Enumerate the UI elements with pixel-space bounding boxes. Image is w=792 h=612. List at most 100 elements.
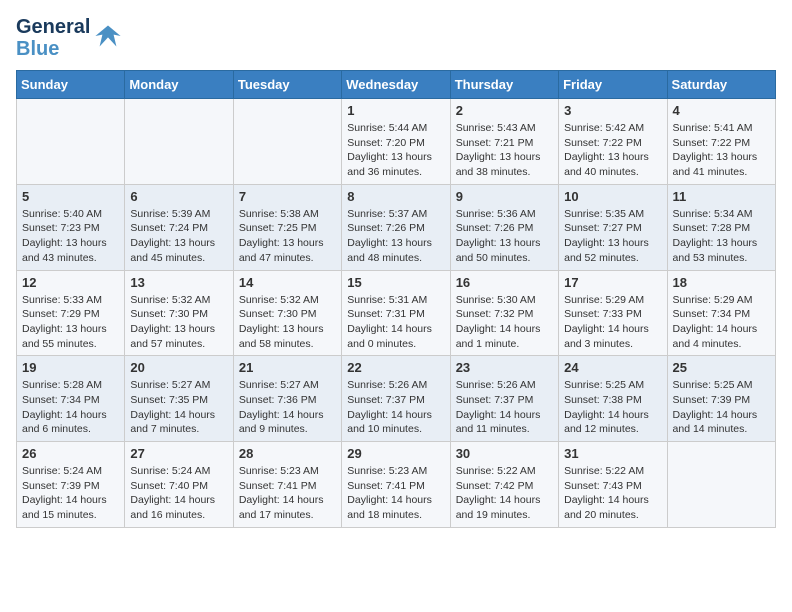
day-number: 19 bbox=[22, 360, 119, 375]
calendar-cell: 1 Sunrise: 5:44 AM Sunset: 7:20 PM Daylig… bbox=[342, 99, 450, 185]
day-header-tuesday: Tuesday bbox=[233, 71, 341, 99]
day-content: Sunrise: 5:26 AM Sunset: 7:37 PM Dayligh… bbox=[456, 378, 553, 437]
day-content: Sunrise: 5:27 AM Sunset: 7:35 PM Dayligh… bbox=[130, 378, 227, 437]
day-content: Sunrise: 5:22 AM Sunset: 7:42 PM Dayligh… bbox=[456, 464, 553, 523]
calendar-week-2: 5 Sunrise: 5:40 AM Sunset: 7:23 PM Daylig… bbox=[17, 184, 776, 270]
day-number: 6 bbox=[130, 189, 227, 204]
calendar-week-4: 19 Sunrise: 5:28 AM Sunset: 7:34 PM Dayli… bbox=[17, 356, 776, 442]
calendar-cell: 8 Sunrise: 5:37 AM Sunset: 7:26 PM Daylig… bbox=[342, 184, 450, 270]
day-header-saturday: Saturday bbox=[667, 71, 775, 99]
day-header-sunday: Sunday bbox=[17, 71, 125, 99]
day-number: 23 bbox=[456, 360, 553, 375]
calendar-cell: 11 Sunrise: 5:34 AM Sunset: 7:28 PM Dayli… bbox=[667, 184, 775, 270]
calendar-cell: 27 Sunrise: 5:24 AM Sunset: 7:40 PM Dayli… bbox=[125, 442, 233, 528]
day-content: Sunrise: 5:28 AM Sunset: 7:34 PM Dayligh… bbox=[22, 378, 119, 437]
calendar-cell: 15Sunrise: 5:31 AM Sunset: 7:31 PM Dayli… bbox=[342, 270, 450, 356]
day-number: 29 bbox=[347, 446, 444, 461]
day-content: Sunrise: 5:31 AM Sunset: 7:31 PM Dayligh… bbox=[347, 293, 444, 352]
day-number: 10 bbox=[564, 189, 661, 204]
day-content: Sunrise: 5:38 AM Sunset: 7:25 PM Dayligh… bbox=[239, 207, 336, 266]
calendar-cell: 30 Sunrise: 5:22 AM Sunset: 7:42 PM Dayli… bbox=[450, 442, 558, 528]
calendar-week-3: 12 Sunrise: 5:33 AM Sunset: 7:29 PM Dayli… bbox=[17, 270, 776, 356]
calendar-cell: 21 Sunrise: 5:27 AM Sunset: 7:36 PM Dayli… bbox=[233, 356, 341, 442]
day-number: 22 bbox=[347, 360, 444, 375]
day-number: 8 bbox=[347, 189, 444, 204]
calendar-cell: 12 Sunrise: 5:33 AM Sunset: 7:29 PM Dayli… bbox=[17, 270, 125, 356]
calendar-cell: 17Sunrise: 5:29 AM Sunset: 7:33 PM Dayli… bbox=[559, 270, 667, 356]
day-content: Sunrise: 5:32 AM Sunset: 7:30 PM Dayligh… bbox=[239, 293, 336, 352]
calendar-cell bbox=[667, 442, 775, 528]
calendar-cell: 22 Sunrise: 5:26 AM Sunset: 7:37 PM Dayli… bbox=[342, 356, 450, 442]
calendar-cell: 31 Sunrise: 5:22 AM Sunset: 7:43 PM Dayli… bbox=[559, 442, 667, 528]
day-number: 7 bbox=[239, 189, 336, 204]
day-header-monday: Monday bbox=[125, 71, 233, 99]
day-content: Sunrise: 5:24 AM Sunset: 7:40 PM Dayligh… bbox=[130, 464, 227, 523]
calendar-cell: 9Sunrise: 5:36 AM Sunset: 7:26 PM Daylig… bbox=[450, 184, 558, 270]
calendar-cell: 2 Sunrise: 5:43 AM Sunset: 7:21 PM Daylig… bbox=[450, 99, 558, 185]
day-content: Sunrise: 5:40 AM Sunset: 7:23 PM Dayligh… bbox=[22, 207, 119, 266]
day-content: Sunrise: 5:22 AM Sunset: 7:43 PM Dayligh… bbox=[564, 464, 661, 523]
day-number: 31 bbox=[564, 446, 661, 461]
calendar-cell: 26 Sunrise: 5:24 AM Sunset: 7:39 PM Dayli… bbox=[17, 442, 125, 528]
day-number: 11 bbox=[673, 189, 770, 204]
calendar-cell bbox=[233, 99, 341, 185]
calendar-week-5: 26 Sunrise: 5:24 AM Sunset: 7:39 PM Dayli… bbox=[17, 442, 776, 528]
day-number: 26 bbox=[22, 446, 119, 461]
calendar-cell: 29 Sunrise: 5:23 AM Sunset: 7:41 PM Dayli… bbox=[342, 442, 450, 528]
day-number: 12 bbox=[22, 275, 119, 290]
calendar-cell bbox=[125, 99, 233, 185]
day-header-wednesday: Wednesday bbox=[342, 71, 450, 99]
day-content: Sunrise: 5:33 AM Sunset: 7:29 PM Dayligh… bbox=[22, 293, 119, 352]
day-content: Sunrise: 5:26 AM Sunset: 7:37 PM Dayligh… bbox=[347, 378, 444, 437]
logo: General Blue bbox=[16, 16, 122, 60]
day-content: Sunrise: 5:27 AM Sunset: 7:36 PM Dayligh… bbox=[239, 378, 336, 437]
day-number: 27 bbox=[130, 446, 227, 461]
day-content: Sunrise: 5:39 AM Sunset: 7:24 PM Dayligh… bbox=[130, 207, 227, 266]
day-number: 18 bbox=[673, 275, 770, 290]
calendar-cell: 20 Sunrise: 5:27 AM Sunset: 7:35 PM Dayli… bbox=[125, 356, 233, 442]
day-content: Sunrise: 5:44 AM Sunset: 7:20 PM Dayligh… bbox=[347, 121, 444, 180]
day-content: Sunrise: 5:23 AM Sunset: 7:41 PM Dayligh… bbox=[239, 464, 336, 523]
day-content: Sunrise: 5:37 AM Sunset: 7:26 PM Dayligh… bbox=[347, 207, 444, 266]
day-header-friday: Friday bbox=[559, 71, 667, 99]
logo-bird-icon bbox=[94, 22, 122, 55]
calendar-cell: 16Sunrise: 5:30 AM Sunset: 7:32 PM Dayli… bbox=[450, 270, 558, 356]
day-number: 30 bbox=[456, 446, 553, 461]
calendar-cell: 23 Sunrise: 5:26 AM Sunset: 7:37 PM Dayli… bbox=[450, 356, 558, 442]
day-number: 5 bbox=[22, 189, 119, 204]
day-number: 20 bbox=[130, 360, 227, 375]
day-content: Sunrise: 5:29 AM Sunset: 7:34 PM Dayligh… bbox=[673, 293, 770, 352]
page-header: General Blue bbox=[16, 16, 776, 60]
day-number: 3 bbox=[564, 103, 661, 118]
day-content: Sunrise: 5:32 AM Sunset: 7:30 PM Dayligh… bbox=[130, 293, 227, 352]
calendar-cell bbox=[17, 99, 125, 185]
calendar-cell: 6 Sunrise: 5:39 AM Sunset: 7:24 PM Daylig… bbox=[125, 184, 233, 270]
day-number: 28 bbox=[239, 446, 336, 461]
calendar-cell: 4Sunrise: 5:41 AM Sunset: 7:22 PM Daylig… bbox=[667, 99, 775, 185]
day-number: 2 bbox=[456, 103, 553, 118]
calendar-cell: 3 Sunrise: 5:42 AM Sunset: 7:22 PM Daylig… bbox=[559, 99, 667, 185]
calendar-cell: 13 Sunrise: 5:32 AM Sunset: 7:30 PM Dayli… bbox=[125, 270, 233, 356]
day-content: Sunrise: 5:25 AM Sunset: 7:38 PM Dayligh… bbox=[564, 378, 661, 437]
day-number: 13 bbox=[130, 275, 227, 290]
day-content: Sunrise: 5:29 AM Sunset: 7:33 PM Dayligh… bbox=[564, 293, 661, 352]
day-number: 25 bbox=[673, 360, 770, 375]
calendar-cell: 5 Sunrise: 5:40 AM Sunset: 7:23 PM Daylig… bbox=[17, 184, 125, 270]
day-number: 14 bbox=[239, 275, 336, 290]
day-content: Sunrise: 5:23 AM Sunset: 7:41 PM Dayligh… bbox=[347, 464, 444, 523]
day-content: Sunrise: 5:42 AM Sunset: 7:22 PM Dayligh… bbox=[564, 121, 661, 180]
calendar-week-1: 1 Sunrise: 5:44 AM Sunset: 7:20 PM Daylig… bbox=[17, 99, 776, 185]
calendar-body: 1 Sunrise: 5:44 AM Sunset: 7:20 PM Daylig… bbox=[17, 99, 776, 528]
day-header-thursday: Thursday bbox=[450, 71, 558, 99]
day-content: Sunrise: 5:35 AM Sunset: 7:27 PM Dayligh… bbox=[564, 207, 661, 266]
day-number: 24 bbox=[564, 360, 661, 375]
calendar-cell: 24 Sunrise: 5:25 AM Sunset: 7:38 PM Dayli… bbox=[559, 356, 667, 442]
day-content: Sunrise: 5:43 AM Sunset: 7:21 PM Dayligh… bbox=[456, 121, 553, 180]
day-number: 1 bbox=[347, 103, 444, 118]
calendar-header-row: SundayMondayTuesdayWednesdayThursdayFrid… bbox=[17, 71, 776, 99]
day-content: Sunrise: 5:24 AM Sunset: 7:39 PM Dayligh… bbox=[22, 464, 119, 523]
calendar-cell: 7 Sunrise: 5:38 AM Sunset: 7:25 PM Daylig… bbox=[233, 184, 341, 270]
day-number: 21 bbox=[239, 360, 336, 375]
calendar-cell: 25Sunrise: 5:25 AM Sunset: 7:39 PM Dayli… bbox=[667, 356, 775, 442]
day-content: Sunrise: 5:34 AM Sunset: 7:28 PM Dayligh… bbox=[673, 207, 770, 266]
